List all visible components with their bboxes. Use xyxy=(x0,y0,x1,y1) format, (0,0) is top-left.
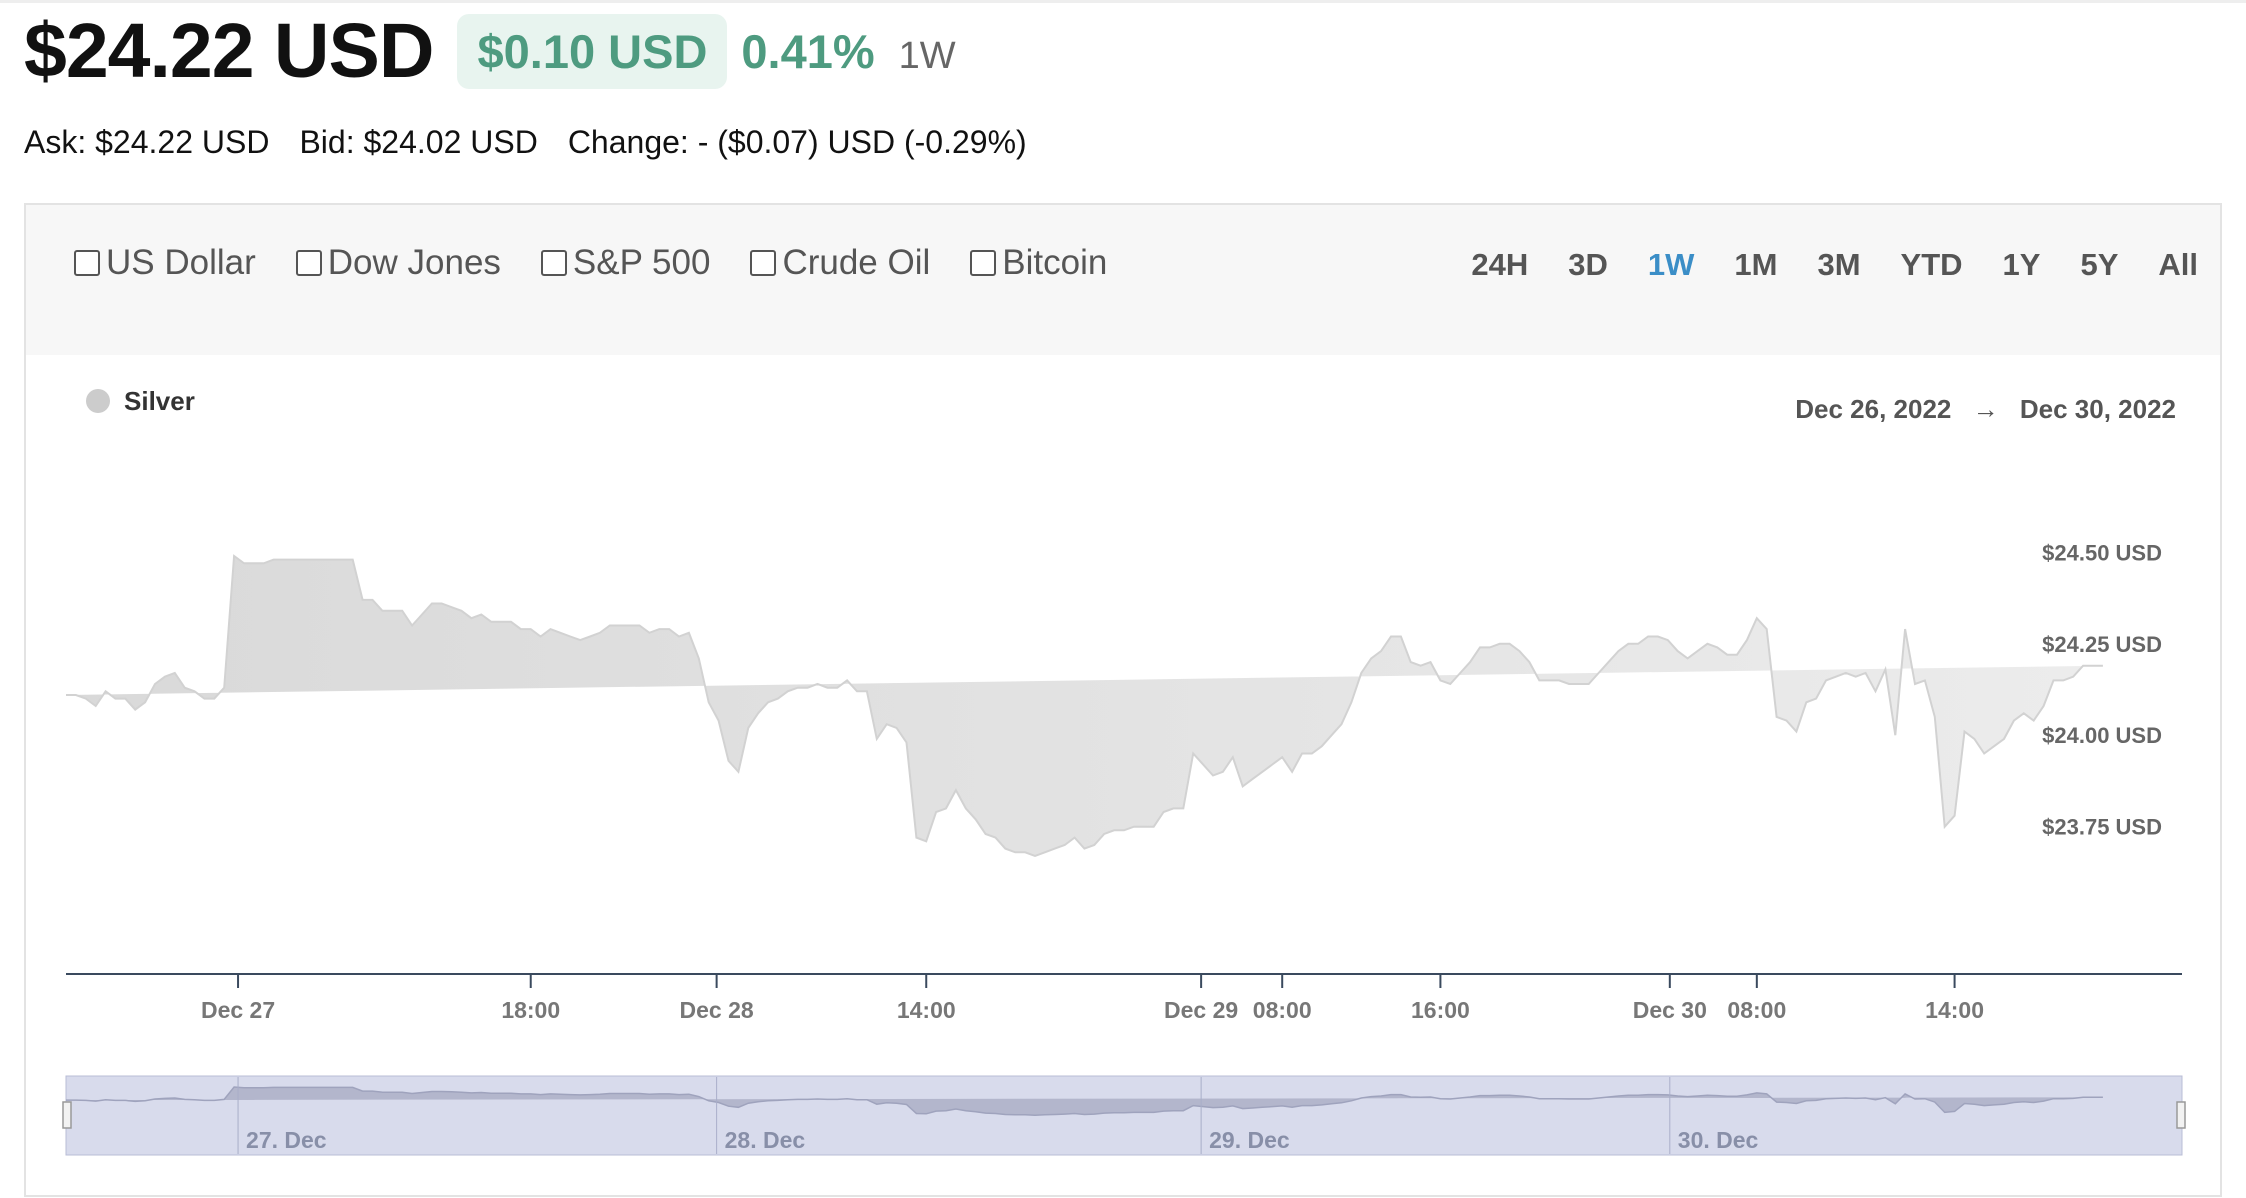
x-tick-label: 16:00 xyxy=(1411,997,1470,1023)
navigator-date-label: 28. Dec xyxy=(725,1127,806,1153)
navigator-date-label: 30. Dec xyxy=(1678,1127,1759,1153)
navigator-date-label: 27. Dec xyxy=(246,1127,327,1153)
date-range-arrow: → xyxy=(1973,394,1999,424)
x-tick-label: 08:00 xyxy=(1253,997,1312,1023)
x-tick-label: 14:00 xyxy=(897,997,956,1023)
x-tick-label: 08:00 xyxy=(1727,997,1786,1023)
x-tick-label: Dec 28 xyxy=(680,997,754,1023)
x-tick-label: Dec 29 xyxy=(1164,997,1238,1023)
price-chart[interactable]: Silver Dec 26, 2022 → Dec 30, 2022 $24.5… xyxy=(0,0,2246,1198)
navigator-right-handle[interactable] xyxy=(2176,1101,2186,1129)
navigator-left-handle[interactable] xyxy=(62,1101,72,1129)
x-tick-label: Dec 27 xyxy=(201,997,275,1023)
y-tick-label: $24.50 USD xyxy=(2042,540,2162,565)
date-range-from: Dec 26, 2022 xyxy=(1795,394,1951,424)
navigator-date-label: 29. Dec xyxy=(1209,1127,1290,1153)
x-tick-label: Dec 30 xyxy=(1633,997,1707,1023)
x-tick-label: 14:00 xyxy=(1925,997,1984,1023)
date-range-label: Dec 26, 2022 → Dec 30, 2022 xyxy=(1795,394,2176,424)
y-tick-label: $24.25 USD xyxy=(2042,632,2162,657)
y-tick-label: $24.00 USD xyxy=(2042,723,2162,748)
silver-area-series xyxy=(66,556,2103,856)
y-axis-labels: $24.50 USD $24.25 USD $24.00 USD $23.75 USD xyxy=(2042,540,2162,839)
navigator-window[interactable] xyxy=(65,1075,2183,1156)
legend-marker-silver xyxy=(86,389,110,413)
x-axis-ticks: Dec 27 18:00 Dec 28 14:00 Dec 29 08:00 16:00 De… xyxy=(201,974,1984,1023)
y-tick-label: $23.75 USD xyxy=(2042,815,2162,840)
legend-label-silver: Silver xyxy=(124,386,195,416)
date-range-to: Dec 30, 2022 xyxy=(2020,394,2176,424)
x-tick-label: 18:00 xyxy=(501,997,560,1023)
